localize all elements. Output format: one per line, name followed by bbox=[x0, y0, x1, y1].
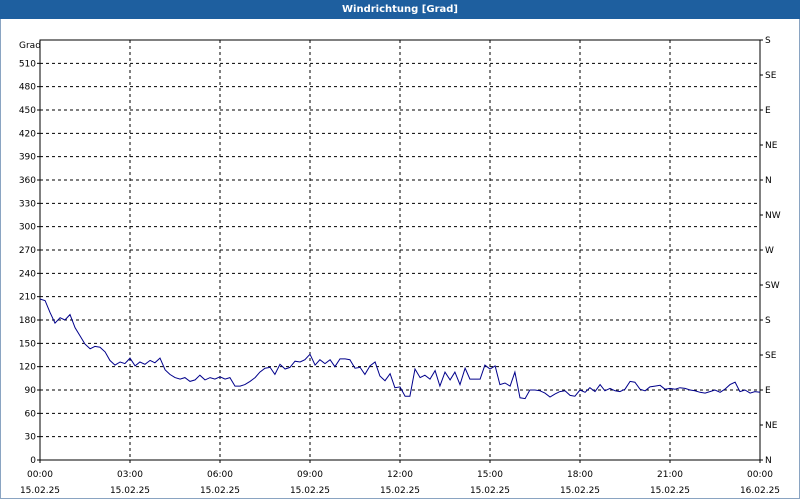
compass-label: W bbox=[765, 246, 774, 256]
y-tick-label: 330 bbox=[19, 199, 36, 209]
x-tick-date: 15.02.25 bbox=[470, 486, 510, 496]
y-tick-label: 450 bbox=[19, 106, 36, 116]
y-tick-label: 300 bbox=[19, 223, 36, 233]
y-tick-label: 360 bbox=[19, 176, 36, 186]
compass-label: NW bbox=[765, 211, 781, 221]
y-tick-label: 240 bbox=[19, 269, 36, 279]
wind-direction-chart: 0 30 60 90 120 150 180 210 240 270 300 330 360 390 420… bbox=[19, 36, 781, 496]
y-tick-label: 270 bbox=[19, 246, 36, 256]
y-tick-label: 0 bbox=[30, 456, 36, 466]
x-tick-time: 21:00 bbox=[657, 470, 683, 480]
compass-label: NE bbox=[765, 141, 778, 151]
y-tick-label: 150 bbox=[19, 339, 36, 349]
x-tick-date: 15.02.25 bbox=[290, 486, 330, 496]
x-tick-time: 15:00 bbox=[477, 470, 503, 480]
y-tick-label: 30 bbox=[25, 433, 37, 443]
x-tick-date: 15.02.25 bbox=[650, 486, 690, 496]
x-tick-date: 15.02.25 bbox=[380, 486, 420, 496]
x-tick-time: 06:00 bbox=[207, 470, 233, 480]
x-tick-date: 15.02.25 bbox=[560, 486, 600, 496]
y-tick-label: 390 bbox=[19, 153, 36, 163]
x-tick-time: 00:00 bbox=[747, 470, 773, 480]
y-tick-label: 420 bbox=[19, 129, 36, 139]
y-tick-label: 210 bbox=[19, 293, 36, 303]
compass-label: E bbox=[765, 386, 771, 396]
y-axis-title: Grad bbox=[19, 41, 41, 51]
y-tick-label: 180 bbox=[19, 316, 36, 326]
x-tick-date: 15.02.25 bbox=[20, 486, 60, 496]
x-tick-time: 00:00 bbox=[27, 470, 53, 480]
y-axis-left: 0 30 60 90 120 150 180 210 240 270 300 330 360 390 420… bbox=[19, 59, 40, 466]
y-axis-right: N NE E SE S SW W NW N NE E SE S bbox=[760, 36, 781, 466]
compass-label: N bbox=[765, 456, 772, 466]
x-tick-time: 18:00 bbox=[567, 470, 593, 480]
x-tick-date: 15.02.25 bbox=[110, 486, 150, 496]
compass-label: E bbox=[765, 106, 771, 116]
x-tick-time: 09:00 bbox=[297, 470, 323, 480]
compass-label: NE bbox=[765, 421, 778, 431]
x-tick-date: 16.02.25 bbox=[740, 486, 780, 496]
x-axis: 00:00 15.02.25 03:00 15.02.25 06:00 15.02.25 0… bbox=[20, 460, 780, 496]
x-tick-time: 12:00 bbox=[387, 470, 413, 480]
x-tick-date: 15.02.25 bbox=[200, 486, 240, 496]
compass-label: N bbox=[765, 176, 772, 186]
x-tick-time: 03:00 bbox=[117, 470, 143, 480]
y-tick-label: 90 bbox=[25, 386, 37, 396]
chart-window: Windrichtung [Grad] 0 30 60 90 120 150 180 210 2… bbox=[0, 0, 800, 500]
y-tick-label: 60 bbox=[25, 409, 37, 419]
compass-label: S bbox=[765, 316, 771, 326]
y-tick-label: 120 bbox=[19, 363, 36, 373]
grid-lines bbox=[40, 40, 760, 460]
compass-label: SW bbox=[765, 281, 780, 291]
y-tick-label: 480 bbox=[19, 83, 36, 93]
y-tick-label: 510 bbox=[19, 59, 36, 69]
compass-label: S bbox=[765, 36, 771, 46]
compass-label: SE bbox=[765, 71, 777, 81]
compass-label: SE bbox=[765, 351, 777, 361]
